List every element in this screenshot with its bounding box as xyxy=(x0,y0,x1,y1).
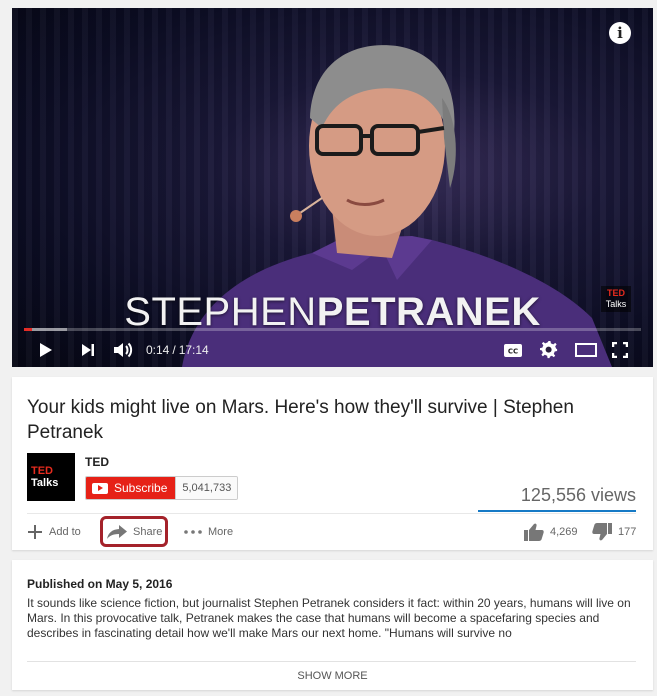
view-count: 125,556 views xyxy=(520,485,636,505)
more-dots-icon xyxy=(184,530,202,534)
settings-gear-icon[interactable] xyxy=(539,340,559,360)
svg-text:CC: CC xyxy=(508,347,518,355)
subscribe-label: Subscribe xyxy=(114,481,168,495)
plus-icon xyxy=(28,525,42,539)
volume-icon[interactable] xyxy=(112,340,134,360)
video-player[interactable]: i STEPHENPETRANEK TED Talks 0:14/17:14 C… xyxy=(12,8,653,367)
subscribe-button[interactable]: Subscribe 5,041,733 xyxy=(85,476,239,500)
show-more-button[interactable]: SHOW MORE xyxy=(12,670,653,682)
player-controls: 0:14/17:14 CC xyxy=(12,334,653,367)
share-highlight-annotation xyxy=(100,516,168,547)
dislike-count: 177 xyxy=(618,526,637,538)
more-button[interactable]: More xyxy=(184,521,233,543)
captions-icon[interactable]: CC xyxy=(503,340,523,360)
like-button[interactable]: 4,269 xyxy=(524,521,578,543)
next-icon[interactable] xyxy=(78,340,98,360)
theater-mode-icon[interactable] xyxy=(574,340,598,360)
subscriber-count: 5,041,733 xyxy=(175,477,238,499)
video-title: Your kids might live on Mars. Here's how… xyxy=(27,397,574,443)
divider xyxy=(27,513,636,514)
divider xyxy=(27,661,636,662)
add-to-button[interactable]: Add to xyxy=(27,521,81,543)
channel-name[interactable]: TED xyxy=(85,455,109,469)
time-display: 0:14/17:14 xyxy=(146,343,209,357)
description-card: Published on May 5, 2016 It sounds like … xyxy=(12,560,653,690)
thumbs-down-icon xyxy=(592,523,612,541)
channel-avatar[interactable]: TED Talks xyxy=(27,453,75,501)
thumbs-up-icon xyxy=(524,523,544,541)
fullscreen-icon[interactable] xyxy=(610,340,630,360)
progress-played xyxy=(24,328,33,331)
info-icon[interactable]: i xyxy=(609,22,631,44)
youtube-icon xyxy=(92,482,108,494)
ted-talks-watermark: TED Talks xyxy=(601,286,631,312)
duration: 17:14 xyxy=(178,343,209,357)
dislike-button[interactable]: 177 xyxy=(592,521,636,543)
publish-date: Published on May 5, 2016 xyxy=(27,577,173,591)
progress-bar[interactable] xyxy=(24,328,641,331)
description-text: It sounds like science fiction, but jour… xyxy=(27,596,631,640)
sentiment-bar xyxy=(478,510,636,512)
play-icon[interactable] xyxy=(36,340,56,360)
video-info-card: Your kids might live on Mars. Here's how… xyxy=(12,377,653,550)
like-count: 4,269 xyxy=(550,526,578,538)
current-time: 0:14 xyxy=(146,343,170,357)
